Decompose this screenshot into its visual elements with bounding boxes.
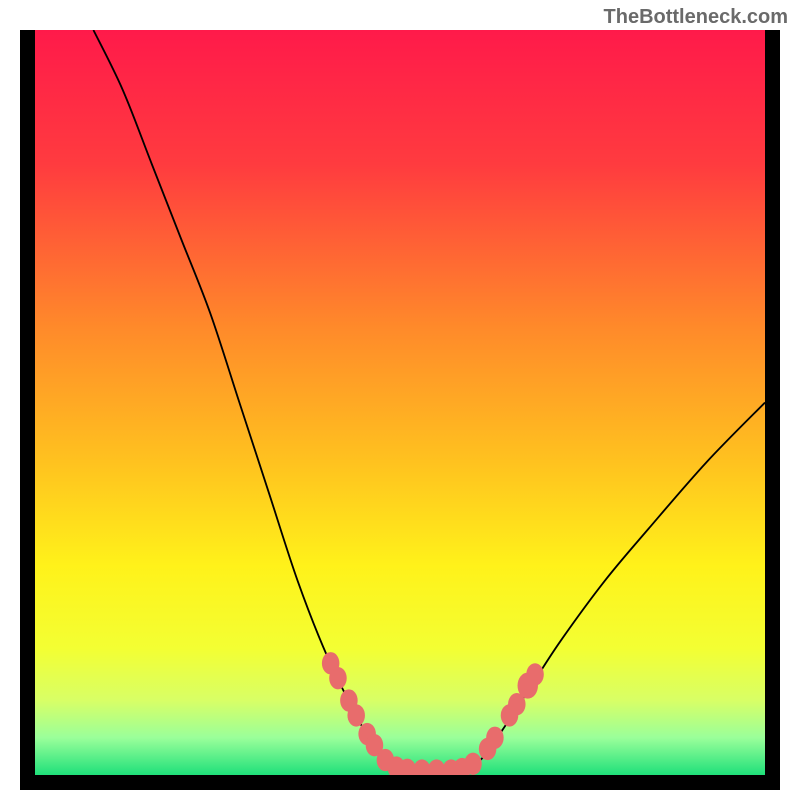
bottleneck-curve <box>93 30 765 773</box>
data-marker <box>464 753 482 775</box>
curve-layer <box>35 30 765 775</box>
plot-frame <box>20 30 780 790</box>
data-marker <box>526 663 544 685</box>
data-marker <box>486 727 504 749</box>
data-marker <box>329 667 347 689</box>
markers-group <box>322 652 544 775</box>
plot-inner <box>35 30 765 775</box>
chart-container: TheBottleneck.com <box>0 0 800 800</box>
data-marker <box>347 704 365 726</box>
watermark-text: TheBottleneck.com <box>604 6 788 29</box>
